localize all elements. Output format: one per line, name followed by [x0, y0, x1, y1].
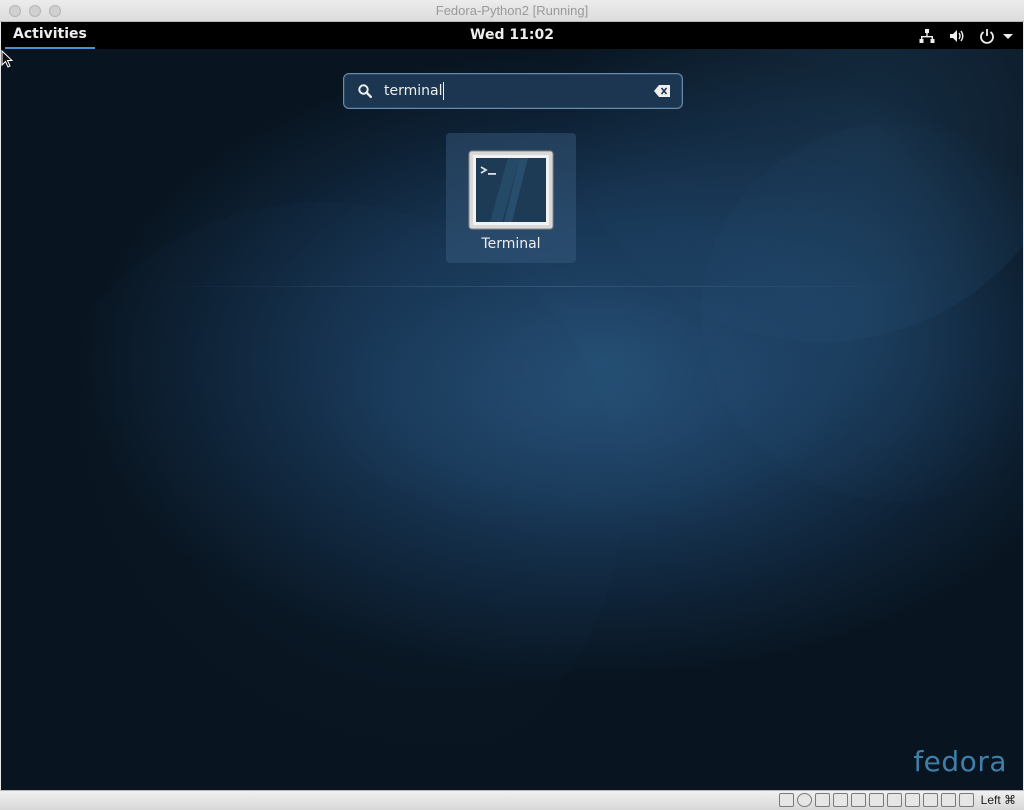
- clear-search-icon[interactable]: [654, 85, 670, 97]
- usb-icon[interactable]: [850, 793, 866, 807]
- recording-icon[interactable]: [904, 793, 920, 807]
- status-icons: Left ⌘: [778, 793, 1016, 807]
- search-entry[interactable]: terminal: [343, 73, 683, 109]
- text-caret: [443, 82, 445, 100]
- window-title: Fedora-Python2 [Running]: [435, 3, 589, 18]
- network-icon[interactable]: [919, 28, 935, 44]
- search-result-label: Terminal: [481, 236, 541, 252]
- optical-drive-icon[interactable]: [796, 793, 812, 807]
- hard-disk-icon[interactable]: [778, 793, 794, 807]
- audio-icon[interactable]: [814, 793, 830, 807]
- search-input-value: terminal: [384, 83, 443, 99]
- power-icon[interactable]: [979, 28, 1013, 44]
- mouse-pointer-icon: [1, 50, 14, 68]
- top-panel: Activities Wed 11:02: [1, 22, 1023, 49]
- search-icon: [358, 84, 372, 98]
- guest-desktop: Activities Wed 11:02 terminal Terminal f…: [1, 22, 1023, 790]
- divider: [151, 286, 931, 287]
- system-tray[interactable]: [919, 26, 1013, 46]
- display-icon[interactable]: [886, 793, 902, 807]
- clock[interactable]: Wed 11:02: [470, 22, 554, 48]
- fedora-logo: fedora: [913, 745, 1007, 778]
- chevron-down-icon[interactable]: [1003, 32, 1013, 40]
- search-input[interactable]: terminal: [384, 74, 445, 108]
- search-result-terminal[interactable]: Terminal: [446, 133, 576, 263]
- host-title-bar: Fedora-Python2 [Running]: [0, 0, 1024, 22]
- shared-folder-icon[interactable]: [868, 793, 884, 807]
- host-status-bar: Left ⌘: [0, 790, 1024, 810]
- network-adapter-icon[interactable]: [832, 793, 848, 807]
- volume-icon[interactable]: [949, 28, 965, 44]
- host-key-label: Left ⌘: [980, 793, 1016, 807]
- keyboard-capture-icon[interactable]: [958, 793, 974, 807]
- terminal-app-icon: [468, 150, 554, 230]
- mouse-integration-icon[interactable]: [940, 793, 956, 807]
- clock-area: Wed 11:02: [1, 22, 1023, 48]
- wallpaper-shape: [321, 272, 841, 532]
- cpu-icon[interactable]: [922, 793, 938, 807]
